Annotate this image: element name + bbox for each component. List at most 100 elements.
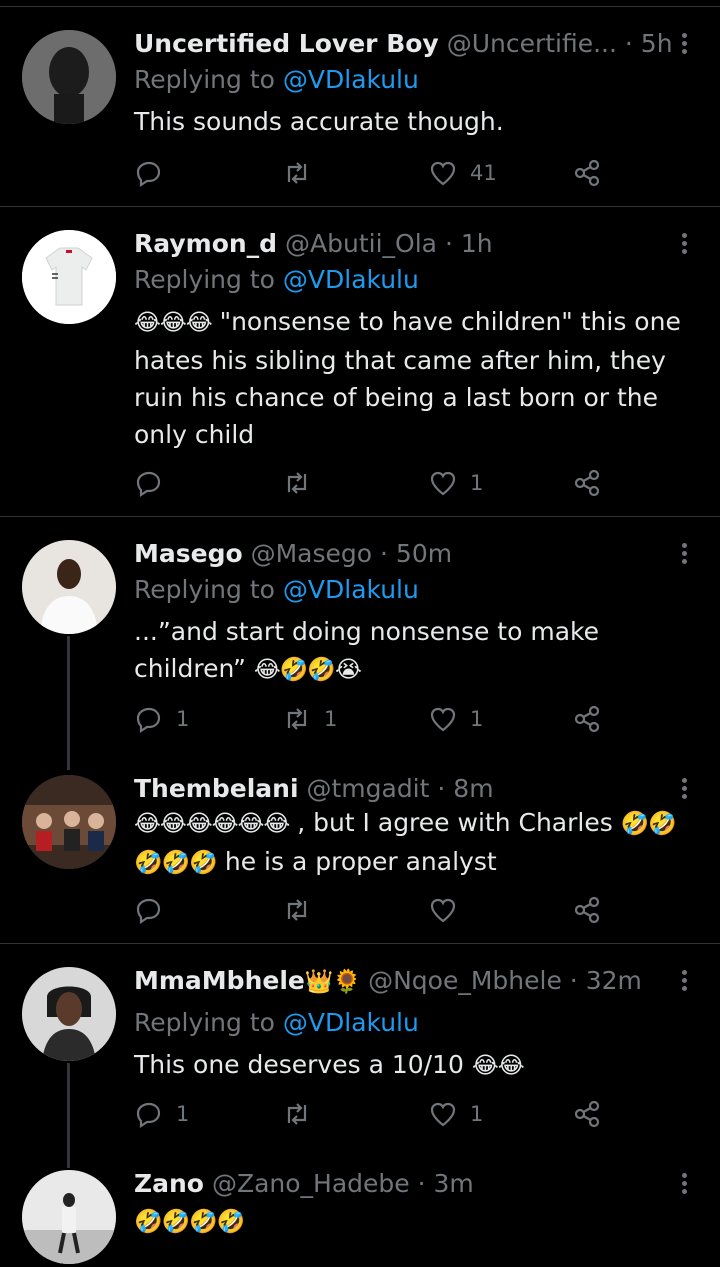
reply-count: 1 <box>176 707 190 731</box>
share-icon <box>574 705 600 733</box>
share-button[interactable] <box>572 1097 602 1131</box>
reply-button[interactable]: 1 <box>134 1097 189 1131</box>
tweet-actions: 1 <box>134 466 614 500</box>
heart-icon <box>430 1102 456 1127</box>
tweet-actions: 1 1 <box>134 1097 614 1131</box>
more-options-icon[interactable] <box>672 775 696 803</box>
user-handle[interactable]: @Uncertifie... <box>447 29 617 58</box>
retweet-button[interactable] <box>282 1097 324 1131</box>
share-button[interactable] <box>572 156 602 190</box>
avatar[interactable] <box>22 1170 116 1264</box>
tweet[interactable]: Masego @Masego · 50m Replying to @VDlaku… <box>0 520 720 766</box>
reply-button[interactable] <box>134 893 176 927</box>
tweet-divider <box>0 516 720 517</box>
like-count: 41 <box>470 161 497 185</box>
tweet[interactable]: Zano @Zano_Hadebe · 3m 🤣🤣🤣🤣 <box>0 1150 720 1267</box>
heart-icon <box>430 161 456 186</box>
user-handle[interactable]: @tmgadit <box>306 774 429 803</box>
like-button[interactable]: 1 <box>428 466 483 500</box>
timestamp[interactable]: · 8m <box>437 774 493 803</box>
replying-to-handle[interactable]: @VDlakulu <box>283 65 419 94</box>
display-name[interactable]: MmaMbhele <box>134 966 305 995</box>
tweet-text: 🤣🤣🤣🤣 <box>134 1202 694 1241</box>
more-options-icon[interactable] <box>672 967 696 995</box>
display-name[interactable]: Raymon_d <box>134 229 277 258</box>
timestamp[interactable]: · 50m <box>380 539 452 568</box>
reply-count: 1 <box>176 1102 190 1126</box>
replying-to-handle[interactable]: @VDlakulu <box>283 575 419 604</box>
reply-icon <box>136 1102 161 1129</box>
user-handle[interactable]: @Abutii_Ola <box>285 229 437 258</box>
share-button[interactable] <box>572 702 602 736</box>
like-button[interactable]: 1 <box>428 702 483 736</box>
tweet-header: Zano @Zano_Hadebe · 3m <box>134 1168 474 1200</box>
reply-button[interactable]: 1 <box>134 702 189 736</box>
like-count: 1 <box>470 707 484 731</box>
emoji: 😂😂😂 <box>134 310 213 336</box>
tweet-actions <box>134 893 614 927</box>
share-button[interactable] <box>572 893 602 927</box>
avatar[interactable] <box>22 967 116 1061</box>
share-icon <box>574 896 600 924</box>
avatar[interactable] <box>22 230 116 324</box>
share-button[interactable] <box>572 466 602 500</box>
retweet-count: 1 <box>324 707 338 731</box>
tweet-text: This one deserves a 10/10 😂😂 <box>134 1050 525 1079</box>
tweet[interactable]: Raymon_d @Abutii_Ola · 1h Replying to @V… <box>0 210 720 516</box>
replying-to-handle[interactable]: @VDlakulu <box>283 1008 419 1037</box>
display-name[interactable]: Uncertified Lover Boy <box>134 29 439 58</box>
timestamp[interactable]: · 1h <box>445 229 493 258</box>
timestamp[interactable]: · 3m <box>418 1169 474 1198</box>
retweet-icon <box>287 1103 307 1125</box>
tweet[interactable]: Thembelani @tmgadit · 8m 😂😂😂😂😂😂 , but I … <box>0 755 720 943</box>
like-button[interactable] <box>428 893 470 927</box>
retweet-button[interactable] <box>282 893 324 927</box>
avatar[interactable] <box>22 30 116 124</box>
like-count: 1 <box>470 1102 484 1126</box>
user-handle[interactable]: @Masego <box>251 539 372 568</box>
retweet-button[interactable]: 1 <box>282 702 337 736</box>
tweet-text: 😂😂😂 "nonsense to have children" this one… <box>134 307 681 449</box>
more-options-icon[interactable] <box>672 540 696 568</box>
tweet-text: 😂😂😂😂😂😂 , but I agree with Charles 🤣🤣🤣🤣🤣 … <box>134 808 677 876</box>
user-handle[interactable]: @Zano_Hadebe <box>212 1169 410 1198</box>
reply-button[interactable] <box>134 466 176 500</box>
emoji: 😂🤣🤣😭 <box>253 657 362 683</box>
retweet-icon <box>287 162 307 184</box>
share-icon <box>574 469 600 497</box>
display-name[interactable]: Zano <box>134 1169 204 1198</box>
heart-icon <box>430 471 456 496</box>
heart-icon <box>430 707 456 732</box>
replying-to: Replying to @VDlakulu <box>134 265 419 294</box>
tweet[interactable]: Uncertified Lover Boy @Uncertifie... · 5… <box>0 10 720 206</box>
tweet-divider <box>0 943 720 944</box>
reply-icon <box>136 707 161 734</box>
tweet-actions: 41 <box>134 156 614 190</box>
retweet-icon <box>287 472 307 494</box>
tweet-actions: 1 1 1 <box>134 702 614 736</box>
reply-button[interactable] <box>134 156 176 190</box>
like-button[interactable]: 1 <box>428 1097 483 1131</box>
avatar[interactable] <box>22 540 116 634</box>
like-button[interactable]: 41 <box>428 156 497 190</box>
replying-to: Replying to @VDlakulu <box>134 65 419 94</box>
timestamp[interactable]: · 32m <box>570 966 642 995</box>
display-name[interactable]: Thembelani <box>134 774 299 803</box>
retweet-button[interactable] <box>282 156 324 190</box>
tweet-divider <box>0 206 720 207</box>
tweet-header: Uncertified Lover Boy @Uncertifie... · 5… <box>134 28 673 60</box>
timestamp[interactable]: · 5h <box>625 29 673 58</box>
avatar[interactable] <box>22 775 116 869</box>
more-options-icon[interactable] <box>672 230 696 258</box>
tweet-header: MmaMbhele👑🌻 @Nqoe_Mbhele · 32m <box>134 965 642 998</box>
replying-to-handle[interactable]: @VDlakulu <box>283 265 419 294</box>
more-options-icon[interactable] <box>672 30 696 58</box>
user-handle[interactable]: @Nqoe_Mbhele <box>368 966 562 995</box>
tweet[interactable]: MmaMbhele👑🌻 @Nqoe_Mbhele · 32m Replying … <box>0 947 720 1169</box>
display-name[interactable]: Masego <box>134 539 243 568</box>
replying-to: Replying to @VDlakulu <box>134 1008 419 1037</box>
retweet-button[interactable] <box>282 466 324 500</box>
more-options-icon[interactable] <box>672 1170 696 1198</box>
heart-icon <box>430 898 456 923</box>
retweet-icon <box>287 708 307 730</box>
